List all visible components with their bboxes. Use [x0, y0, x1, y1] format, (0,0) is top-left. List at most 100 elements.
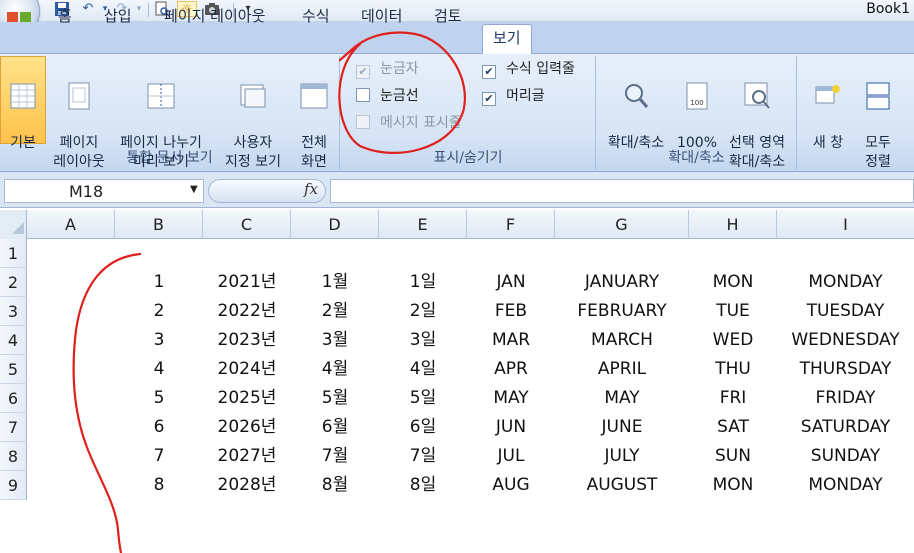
cell-g7[interactable]: JUNE	[555, 413, 689, 442]
tab-formulas[interactable]: 수식	[292, 5, 340, 31]
name-box[interactable]: M18	[4, 179, 204, 203]
insert-function-icon[interactable]: fx	[304, 180, 318, 198]
cell-i9[interactable]: MONDAY	[777, 471, 914, 500]
cell-i7[interactable]: SATURDAY	[777, 413, 914, 442]
cell-e2[interactable]: 1일	[379, 268, 467, 297]
ruler-checkbox[interactable]: ✔ 눈금자	[356, 58, 419, 80]
cell-h7[interactable]: SAT	[689, 413, 777, 442]
cell-e6[interactable]: 5일	[379, 384, 467, 413]
cell-h6[interactable]: FRI	[689, 384, 777, 413]
cell-c8[interactable]: 2027년	[203, 442, 291, 471]
row-header-8[interactable]: 8	[0, 442, 27, 471]
page-layout-view-button[interactable]: 페이지 레이아웃	[48, 62, 110, 172]
cell-f8[interactable]: JUL	[467, 442, 555, 471]
cell-f3[interactable]: FEB	[467, 297, 555, 326]
cell-h4[interactable]: WED	[689, 326, 777, 355]
cell-b3[interactable]: 2	[115, 297, 203, 326]
tab-page-layout[interactable]: 페이지 레이아웃	[154, 5, 275, 31]
cell-i6[interactable]: FRIDAY	[777, 384, 914, 413]
cell-b4[interactable]: 3	[115, 326, 203, 355]
tab-view[interactable]: 보기	[482, 24, 532, 54]
row-header-1[interactable]: 1	[0, 239, 27, 268]
cell-d8[interactable]: 7월	[291, 442, 379, 471]
gridlines-checkbox[interactable]: 눈금선	[356, 85, 419, 107]
tab-home[interactable]: 홈	[48, 5, 82, 31]
cell-i3[interactable]: TUESDAY	[777, 297, 914, 326]
headings-checkbox[interactable]: ✔ 머리글	[482, 85, 545, 107]
row-header-5[interactable]: 5	[0, 355, 27, 384]
row-header-9[interactable]: 9	[0, 471, 27, 500]
row-header-6[interactable]: 6	[0, 384, 27, 413]
normal-view-button-inner[interactable]: 기본	[0, 62, 46, 153]
cell-e8[interactable]: 7일	[379, 442, 467, 471]
cell-h5[interactable]: THU	[689, 355, 777, 384]
cell-d5[interactable]: 4월	[291, 355, 379, 384]
cell-e7[interactable]: 6일	[379, 413, 467, 442]
cell-g6[interactable]: MAY	[555, 384, 689, 413]
row-header-4[interactable]: 4	[0, 326, 27, 355]
cell-c9[interactable]: 2028년	[203, 471, 291, 500]
row-header-2[interactable]: 2	[0, 268, 27, 297]
cell-d7[interactable]: 6월	[291, 413, 379, 442]
cell-h2[interactable]: MON	[689, 268, 777, 297]
cell-b2[interactable]: 1	[115, 268, 203, 297]
cell-f6[interactable]: MAY	[467, 384, 555, 413]
tab-data[interactable]: 데이터	[351, 5, 412, 31]
cell-h9[interactable]: MON	[689, 471, 777, 500]
column-header-d[interactable]: D	[291, 210, 379, 239]
column-header-a[interactable]: A	[27, 210, 115, 239]
cell-h3[interactable]: TUE	[689, 297, 777, 326]
cell-d3[interactable]: 2월	[291, 297, 379, 326]
cell-f5[interactable]: APR	[467, 355, 555, 384]
row-header-3[interactable]: 3	[0, 297, 27, 326]
full-screen-button[interactable]: 전체 화면	[292, 62, 336, 172]
cell-c5[interactable]: 2024년	[203, 355, 291, 384]
zoom-selection-button[interactable]: 선택 영역 확대/축소	[720, 62, 794, 172]
cell-g2[interactable]: JANUARY	[555, 268, 689, 297]
cell-g4[interactable]: MARCH	[555, 326, 689, 355]
column-header-c[interactable]: C	[203, 210, 291, 239]
page-break-preview-button[interactable]: 페이지 나누기 미리 보기	[112, 62, 210, 172]
cell-g8[interactable]: JULY	[555, 442, 689, 471]
column-header-h[interactable]: H	[689, 210, 777, 239]
cell-f4[interactable]: MAR	[467, 326, 555, 355]
cell-c6[interactable]: 2025년	[203, 384, 291, 413]
cell-b8[interactable]: 7	[115, 442, 203, 471]
custom-views-button[interactable]: 사용자 지정 보기	[218, 62, 288, 172]
cell-b6[interactable]: 5	[115, 384, 203, 413]
cell-i5[interactable]: THURSDAY	[777, 355, 914, 384]
cell-b7[interactable]: 6	[115, 413, 203, 442]
cell-c2[interactable]: 2021년	[203, 268, 291, 297]
cell-c4[interactable]: 2023년	[203, 326, 291, 355]
row-header-7[interactable]: 7	[0, 413, 27, 442]
zoom-100-button[interactable]: 100 100%	[674, 62, 720, 153]
cell-d9[interactable]: 8월	[291, 471, 379, 500]
column-header-g[interactable]: G	[555, 210, 689, 239]
cell-f9[interactable]: AUG	[467, 471, 555, 500]
column-header-e[interactable]: E	[379, 210, 467, 239]
cell-g3[interactable]: FEBRUARY	[555, 297, 689, 326]
cell-d6[interactable]: 5월	[291, 384, 379, 413]
new-window-button[interactable]: 새 창	[806, 62, 850, 153]
column-header-f[interactable]: F	[467, 210, 555, 239]
cell-f2[interactable]: JAN	[467, 268, 555, 297]
cell-e4[interactable]: 3일	[379, 326, 467, 355]
name-box-dropdown-icon[interactable]: ▼	[190, 184, 198, 195]
formula-bar-checkbox[interactable]: ✔ 수식 입력줄	[482, 58, 575, 80]
cell-i2[interactable]: MONDAY	[777, 268, 914, 297]
cell-f7[interactable]: JUN	[467, 413, 555, 442]
column-header-b[interactable]: B	[115, 210, 203, 239]
cell-c7[interactable]: 2026년	[203, 413, 291, 442]
tab-review[interactable]: 검토	[424, 5, 472, 31]
cell-d4[interactable]: 3월	[291, 326, 379, 355]
cell-h8[interactable]: SUN	[689, 442, 777, 471]
cell-d2[interactable]: 1월	[291, 268, 379, 297]
column-header-i[interactable]: I	[777, 210, 914, 239]
formula-input[interactable]	[330, 179, 914, 203]
cell-e9[interactable]: 8일	[379, 471, 467, 500]
message-bar-checkbox[interactable]: 메시지 표시줄	[356, 112, 462, 134]
cell-i8[interactable]: SUNDAY	[777, 442, 914, 471]
cell-i4[interactable]: WEDNESDAY	[777, 326, 914, 355]
cell-e5[interactable]: 4일	[379, 355, 467, 384]
cell-g9[interactable]: AUGUST	[555, 471, 689, 500]
